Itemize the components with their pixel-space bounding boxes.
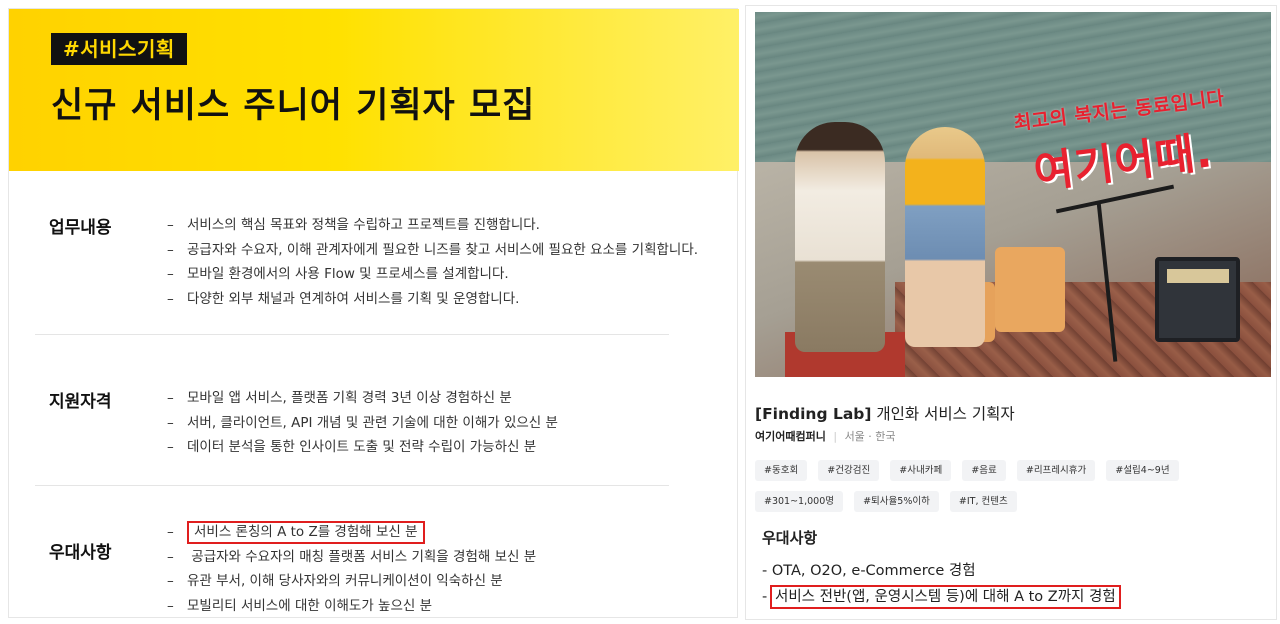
tag-chip[interactable]: #건강검진 [818, 460, 880, 481]
list-item: – 공급자와 수요자, 이해 관계자에게 필요한 니즈를 찾고 서비스에 필요한 … [167, 238, 698, 263]
list-item-text: 모바일 환경에서의 사용 Flow 및 프로세스를 설계합니다. [187, 266, 509, 282]
dash-bullet: – [167, 597, 174, 614]
dash-bullet: – [167, 439, 174, 455]
list-item: – 공급자와 수요자의 매칭 플랫폼 서비스 기획을 경험해 보신 분 [167, 545, 536, 570]
tag-chip[interactable]: #IT, 컨텐츠 [949, 491, 1017, 512]
tag-chip[interactable]: #퇴사율5%이하 [854, 491, 939, 512]
page-title: 신규 서비스 주니어 기획자 모집 [51, 86, 536, 126]
preferred-section: 우대사항 - OTA, O2O, e-Commerce 경험 - 서비스 전반(앱… [762, 527, 1121, 610]
section-qualifications: 지원자격 – 모바일 앱 서비스, 플랫폼 기획 경력 3년 이상 경험하신 분 … [35, 352, 669, 486]
list-item: – 모바일 앱 서비스, 플랫폼 기획 경력 3년 이상 경험하신 분 [167, 386, 558, 411]
list-item: – 데이터 분석을 통한 인사이트 도출 및 전략 수립이 가능하신 분 [167, 435, 558, 460]
section-duties: 업무내용 – 서비스의 핵심 목표와 정책을 수립하고 프로젝트를 진행합니다. … [35, 185, 698, 335]
list-item-text: 모바일 앱 서비스, 플랫폼 기획 경력 3년 이상 경험하신 분 [187, 390, 512, 406]
dash-bullet: – [167, 414, 174, 431]
meta-separator: | [833, 430, 838, 443]
list-item-text: 다양한 외부 채널과 연계하여 서비스를 기획 및 운영합니다. [187, 290, 520, 307]
list-item-text: 서버, 클라이언트, API 개념 및 관련 기술에 대한 이해가 있으신 분 [187, 414, 558, 431]
hashtag-badge: #서비스기획 [51, 33, 187, 65]
list-item: – 서비스 론칭의 A to Z를 경험해 보신 분 [167, 520, 536, 545]
company-name[interactable]: 여기어때컴퍼니 [755, 430, 826, 443]
dash-bullet: – [167, 524, 174, 540]
list-item: – 다양한 외부 채널과 연계하여 서비스를 기획 및 운영합니다. [167, 287, 698, 312]
photo-person-singer [905, 127, 985, 347]
section-preferred: 우대사항 – 서비스 론칭의 A to Z를 경험해 보신 분 – 공급자와 수요… [35, 494, 669, 619]
tag-chip[interactable]: #설립4~9년 [1106, 460, 1179, 481]
tag-chip[interactable]: #리프레시휴가 [1016, 460, 1096, 481]
duties-list: – 서비스의 핵심 목표와 정책을 수립하고 프로젝트를 진행합니다. – 공급자와… [167, 213, 698, 311]
dash-bullet: – [167, 217, 174, 233]
dash-bullet: – [167, 548, 174, 565]
dash-bullet: – [167, 390, 174, 406]
list-item-text: 데이터 분석을 통한 인사이트 도출 및 전략 수립이 가능하신 분 [187, 439, 537, 455]
list-item-text: 모빌리티 서비스에 대한 이해도가 높으신 분 [187, 597, 433, 614]
job-title-text: 개인화 서비스 기획자 [871, 405, 1015, 423]
tag-chip[interactable]: #301~1,000명 [755, 491, 843, 512]
list-item: - OTA, O2O, e-Commerce 경험 [762, 558, 1121, 584]
tag-chip[interactable]: #음료 [962, 460, 1006, 481]
dash-bullet: – [167, 573, 174, 589]
list-item: – 유관 부서, 이해 당사자와의 커뮤니케이션이 익숙하신 분 [167, 569, 536, 594]
job-listing-detail: 최고의 복지는 동료입니다 여기어때. [Finding Lab] 개인화 서비… [745, 5, 1277, 620]
job-posting-card: #서비스기획 신규 서비스 주니어 기획자 모집 업무내용 – 서비스의 핵심 목… [8, 8, 739, 619]
preferred-list: – 서비스 론칭의 A to Z를 경험해 보신 분 – 공급자와 수요자의 매칭… [167, 520, 536, 618]
section-label: 업무내용 [49, 218, 112, 238]
highlighted-item-text: 서비스 전반(앱, 운영시스템 등)에 대해 A to Z까지 경험 [770, 585, 1121, 609]
list-item: – 모빌리티 서비스에 대한 이해도가 높으신 분 [167, 594, 536, 619]
list-item-text: 공급자와 수요자, 이해 관계자에게 필요한 니즈를 찾고 서비스에 필요한 요… [187, 241, 699, 258]
section-label: 우대사항 [49, 543, 112, 563]
list-item: – 서버, 클라이언트, API 개념 및 관련 기술에 대한 이해가 있으신 분 [167, 411, 558, 436]
qualifications-list: – 모바일 앱 서비스, 플랫폼 기획 경력 3년 이상 경험하신 분 – 서버, … [167, 386, 558, 460]
company-photo: 최고의 복지는 동료입니다 여기어때. [755, 12, 1271, 377]
section-label: 우대사항 [762, 529, 818, 547]
dash-bullet: – [167, 241, 174, 258]
dash-bullet: – [167, 290, 174, 307]
hero-banner: #서비스기획 신규 서비스 주니어 기획자 모집 [9, 9, 739, 171]
job-location: 서울 · 한국 [844, 430, 896, 443]
list-item-text: 서비스의 핵심 목표와 정책을 수립하고 프로젝트를 진행합니다. [187, 217, 540, 233]
dash-bullet: - [762, 589, 768, 605]
tag-list: #동호회 #건강검진 #사내카페 #음료 #리프레시휴가 #설립4~9년 #30… [755, 458, 1255, 520]
job-title-bracket: [Finding Lab] [755, 405, 872, 423]
photo-amplifier [1155, 257, 1240, 342]
tag-chip[interactable]: #동호회 [755, 460, 808, 481]
photo-drum [995, 247, 1065, 332]
job-title[interactable]: [Finding Lab] 개인화 서비스 기획자 [755, 402, 1015, 424]
dash-bullet: - [762, 563, 768, 579]
photo-person-guitarist [795, 122, 885, 352]
list-item-text: 유관 부서, 이해 당사자와의 커뮤니케이션이 익숙하신 분 [187, 573, 503, 589]
preferred-list: - OTA, O2O, e-Commerce 경험 - 서비스 전반(앱, 운영시… [762, 558, 1121, 610]
section-label: 지원자격 [49, 392, 112, 412]
list-item: - 서비스 전반(앱, 운영시스템 등)에 대해 A to Z까지 경험 [762, 584, 1121, 610]
list-item-text: 공급자와 수요자의 매칭 플랫폼 서비스 기획을 경험해 보신 분 [187, 548, 537, 565]
list-item: – 서비스의 핵심 목표와 정책을 수립하고 프로젝트를 진행합니다. [167, 213, 698, 238]
list-item: – 모바일 환경에서의 사용 Flow 및 프로세스를 설계합니다. [167, 262, 698, 287]
list-item-text: OTA, O2O, e-Commerce 경험 [771, 563, 976, 579]
tag-chip[interactable]: #사내카페 [890, 460, 952, 481]
job-meta: 여기어때컴퍼니 | 서울 · 한국 [755, 428, 896, 444]
dash-bullet: – [167, 266, 174, 282]
highlighted-item-text: 서비스 론칭의 A to Z를 경험해 보신 분 [187, 521, 425, 544]
